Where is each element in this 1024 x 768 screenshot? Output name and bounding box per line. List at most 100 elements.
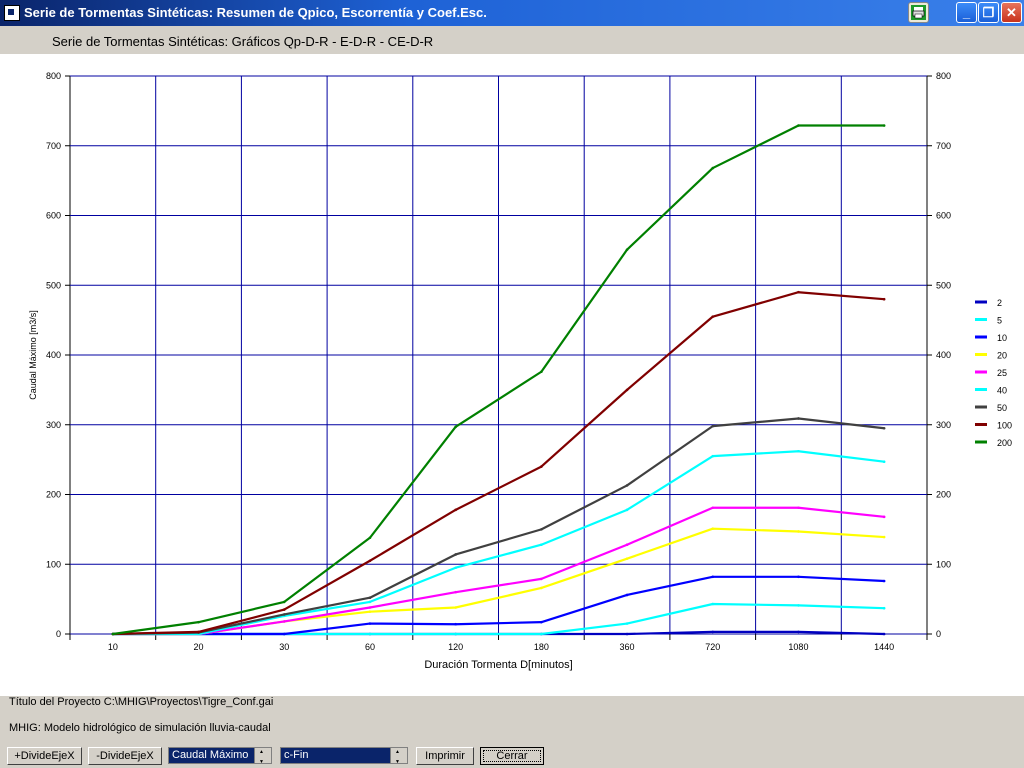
data-point-20 bbox=[625, 557, 629, 560]
data-point-50 bbox=[797, 417, 800, 420]
y-tick-label-left: 300 bbox=[46, 420, 61, 430]
y-axis-label: Caudal Máximo [m3/s] bbox=[28, 310, 38, 400]
x-axis-label: Duración Tormenta D[minutos] bbox=[424, 659, 572, 671]
data-point-40 bbox=[711, 454, 715, 458]
variable-select[interactable]: Caudal Máximo bbox=[168, 747, 272, 764]
data-point-10 bbox=[797, 575, 800, 579]
maximize-button[interactable]: ❐ bbox=[978, 2, 999, 23]
data-point-25 bbox=[797, 506, 800, 510]
chart-area: 0 0 100 100 200 200 300 300 400 400 500 500 600 600 70… bbox=[0, 54, 1024, 696]
data-point-2 bbox=[797, 630, 800, 634]
model-description-label: MHIG: Modelo hidrológico de simulación l… bbox=[9, 722, 271, 734]
data-point-40 bbox=[540, 543, 543, 547]
data-point-100 bbox=[625, 388, 629, 392]
data-point-10 bbox=[454, 622, 457, 626]
data-point-100 bbox=[454, 508, 457, 512]
data-point-200 bbox=[454, 425, 457, 429]
data-point-100 bbox=[797, 290, 800, 294]
x-tick-label: 180 bbox=[534, 642, 549, 652]
x-tick-label: 120 bbox=[448, 642, 463, 652]
y-tick-label-right: 0 bbox=[936, 629, 941, 639]
print-button[interactable]: Imprimir bbox=[416, 747, 474, 765]
x-tick-label: 1080 bbox=[788, 642, 808, 652]
data-point-10 bbox=[625, 593, 629, 597]
data-point-50 bbox=[454, 553, 457, 556]
data-point-50 bbox=[282, 613, 286, 616]
data-point-10 bbox=[368, 622, 372, 625]
data-point-50 bbox=[540, 528, 543, 531]
data-point-200 bbox=[111, 632, 115, 636]
close-dialog-button[interactable]: Cerrar bbox=[480, 747, 544, 765]
data-point-200 bbox=[625, 248, 629, 251]
increase-x-divisions-button[interactable]: +DivideEjeX bbox=[7, 747, 82, 765]
data-point-10 bbox=[711, 575, 715, 579]
data-point-50 bbox=[368, 596, 372, 600]
data-point-25 bbox=[454, 590, 457, 594]
data-point-100 bbox=[882, 297, 886, 301]
x-tick-label: 20 bbox=[194, 642, 204, 652]
data-point-200 bbox=[540, 370, 543, 374]
data-point-20 bbox=[368, 610, 372, 613]
y-tick-label-right: 200 bbox=[936, 490, 951, 500]
x-tick-label: 10 bbox=[108, 642, 118, 652]
data-point-5 bbox=[454, 632, 457, 636]
data-point-5 bbox=[711, 602, 715, 606]
y-tick-label-right: 400 bbox=[936, 350, 951, 360]
y-tick-label-left: 200 bbox=[46, 490, 61, 500]
data-point-40 bbox=[625, 508, 629, 512]
y-tick-label-left: 800 bbox=[46, 71, 61, 81]
data-point-5 bbox=[882, 606, 886, 610]
data-point-20 bbox=[882, 535, 886, 539]
legend-label-50: 50 bbox=[997, 403, 1007, 413]
data-point-100 bbox=[197, 630, 200, 634]
legend-label-20: 20 bbox=[997, 351, 1007, 361]
chart-heading: Serie de Tormentas Sintéticas: Gráficos … bbox=[52, 34, 434, 49]
data-point-100 bbox=[368, 559, 372, 563]
spin-arrows-icon[interactable] bbox=[390, 748, 407, 763]
project-title-label: Título del Proyecto C:\MHIG\Proyectos\Ti… bbox=[9, 696, 274, 708]
x-tick-label: 1440 bbox=[874, 642, 894, 652]
y-tick-label-right: 600 bbox=[936, 211, 951, 221]
y-tick-label-left: 500 bbox=[46, 280, 61, 290]
data-point-10 bbox=[882, 579, 886, 583]
close-button[interactable]: ✕ bbox=[1001, 2, 1022, 23]
decrease-x-divisions-button[interactable]: -DivideEjeX bbox=[88, 747, 162, 765]
data-point-25 bbox=[625, 543, 629, 547]
footer-info: Título del Proyecto C:\MHIG\Proyectos\Ti… bbox=[0, 696, 1024, 744]
data-point-100 bbox=[540, 465, 543, 468]
x-tick-label: 60 bbox=[365, 642, 375, 652]
data-point-5 bbox=[797, 604, 800, 607]
y-tick-label-left: 100 bbox=[46, 559, 61, 569]
legend-label-200: 200 bbox=[997, 438, 1012, 448]
printer-icon[interactable] bbox=[908, 2, 929, 23]
app-icon bbox=[4, 5, 20, 21]
spin-arrows-icon[interactable] bbox=[254, 748, 271, 763]
data-point-200 bbox=[711, 166, 715, 170]
method-select[interactable]: c-Fin bbox=[280, 747, 408, 764]
data-point-50 bbox=[882, 426, 886, 430]
data-point-200 bbox=[368, 536, 372, 540]
data-point-40 bbox=[368, 600, 372, 604]
data-point-5 bbox=[625, 622, 629, 625]
data-point-25 bbox=[711, 506, 715, 510]
legend-label-10: 10 bbox=[997, 333, 1007, 343]
minimize-button[interactable]: _ bbox=[956, 2, 977, 23]
data-point-5 bbox=[540, 632, 543, 636]
data-point-40 bbox=[882, 460, 886, 464]
data-point-40 bbox=[797, 449, 800, 453]
data-point-200 bbox=[197, 620, 200, 624]
x-tick-label: 360 bbox=[620, 642, 635, 652]
data-point-20 bbox=[454, 606, 457, 609]
y-tick-label-right: 800 bbox=[936, 71, 951, 81]
data-point-20 bbox=[540, 586, 543, 590]
data-point-2 bbox=[882, 632, 886, 636]
data-point-5 bbox=[368, 632, 372, 636]
y-tick-label-right: 100 bbox=[936, 559, 951, 569]
bottom-toolbar: +DivideEjeX -DivideEjeX Caudal Máximo c-… bbox=[0, 744, 1024, 768]
header-strip: Serie de Tormentas Sintéticas: Gráficos … bbox=[0, 26, 1024, 54]
x-tick-label: 720 bbox=[705, 642, 720, 652]
line-chart: 0 0 100 100 200 200 300 300 400 400 500 500 600 600 70… bbox=[28, 71, 1012, 671]
data-point-2 bbox=[625, 632, 629, 636]
data-point-25 bbox=[882, 515, 886, 519]
data-point-200 bbox=[882, 124, 886, 127]
